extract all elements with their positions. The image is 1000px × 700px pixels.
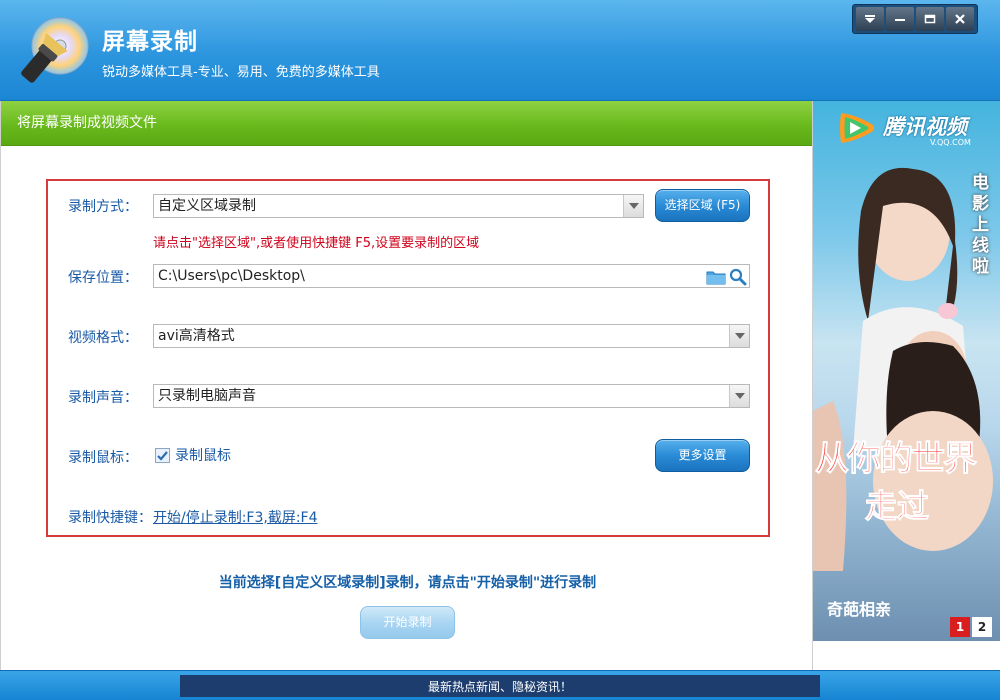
minimize-icon [895, 19, 905, 21]
news-ticker[interactable]: 最新热点新闻、隐秘资讯！ [180, 675, 820, 697]
app-title: 屏幕录制 [102, 29, 198, 55]
shortcut-link[interactable]: 开始/停止录制:F3,截屏:F4 [153, 507, 318, 527]
ad-spacer [813, 641, 1000, 670]
maximize-button[interactable] [916, 7, 944, 31]
audio-select[interactable]: 只录制电脑声音 [153, 384, 750, 408]
checkmark-icon [157, 451, 168, 461]
ad-headline: 从你的世界 [815, 439, 978, 480]
video-format-value: avi高清格式 [158, 328, 235, 344]
chevron-down-icon[interactable] [729, 385, 749, 407]
maximize-icon [924, 14, 936, 24]
app-subtitle: 锐动多媒体工具-专业、易用、免费的多媒体工具 [102, 65, 380, 80]
mouse-label: 录制鼠标： [68, 450, 138, 466]
record-mode-select[interactable]: 自定义区域录制 [153, 194, 644, 218]
main-panel: 将屏幕录制成视频文件 录制方式： 自定义区域录制 选择区域 (F5) 请点击"选… [0, 101, 813, 670]
start-record-button[interactable]: 开始录制 [360, 606, 455, 639]
save-location-field[interactable]: C:\Users\pc\Desktop\ [153, 264, 750, 288]
ad-banner[interactable]: 腾讯视频 V.QQ.COM 电影上线啦 从你的世界 走过 奇葩相亲 1 2 [813, 101, 1000, 641]
ad-url: V.QQ.COM [930, 138, 971, 147]
app-logo-icon [21, 17, 89, 83]
close-button[interactable] [946, 7, 974, 31]
ad-pager: 1 2 [950, 617, 992, 637]
ad-headline-2: 走过 [864, 487, 930, 526]
section-title: 将屏幕录制成视频文件 [1, 101, 812, 146]
audio-value: 只录制电脑声音 [158, 388, 256, 404]
folder-icon[interactable] [706, 269, 726, 285]
tencent-video-logo-icon [840, 113, 874, 143]
more-settings-button[interactable]: 更多设置 [655, 439, 750, 472]
save-location-value: C:\Users\pc\Desktop\ [158, 268, 305, 284]
record-mode-value: 自定义区域录制 [158, 198, 256, 214]
window-controls [852, 4, 978, 34]
select-area-button[interactable]: 选择区域 (F5) [655, 189, 750, 222]
ad-brand: 腾讯视频 [883, 115, 967, 139]
record-mode-label: 录制方式： [68, 199, 138, 215]
record-mouse-checkbox-label[interactable]: 录制鼠标 [175, 445, 231, 465]
video-format-label: 视频格式： [68, 330, 138, 346]
record-mouse-checkbox[interactable] [155, 448, 170, 463]
ad-page-2[interactable]: 2 [972, 617, 992, 637]
ad-vertical-text: 电影上线啦 [972, 173, 989, 277]
settings-box: 录制方式： 自定义区域录制 选择区域 (F5) 请点击"选择区域",或者使用快捷… [46, 179, 770, 537]
chevron-down-icon[interactable] [729, 325, 749, 347]
status-text: 当前选择[自定义区域录制]录制，请点击"开始录制"进行录制 [218, 575, 597, 591]
title-bar: 屏幕录制 锐动多媒体工具-专业、易用、免费的多媒体工具 [0, 0, 1000, 101]
bottom-bar: 最新热点新闻、隐秘资讯！ [0, 670, 1000, 700]
minimize-button[interactable] [886, 7, 914, 31]
menu-dropdown-button[interactable] [856, 7, 884, 31]
shortcut-label: 录制快捷键： [68, 510, 152, 526]
video-format-select[interactable]: avi高清格式 [153, 324, 750, 348]
audio-label: 录制声音： [68, 390, 138, 406]
ad-footer-text: 奇葩相亲 [827, 600, 892, 619]
search-icon[interactable] [729, 268, 747, 286]
chevron-down-icon[interactable] [623, 195, 643, 217]
record-area-hint: 请点击"选择区域",或者使用快捷键 F5,设置要录制的区域 [153, 236, 480, 251]
ad-page-1[interactable]: 1 [950, 617, 970, 637]
menu-dropdown-icon [865, 15, 875, 23]
close-icon [955, 14, 965, 24]
save-location-label: 保存位置： [68, 270, 138, 286]
